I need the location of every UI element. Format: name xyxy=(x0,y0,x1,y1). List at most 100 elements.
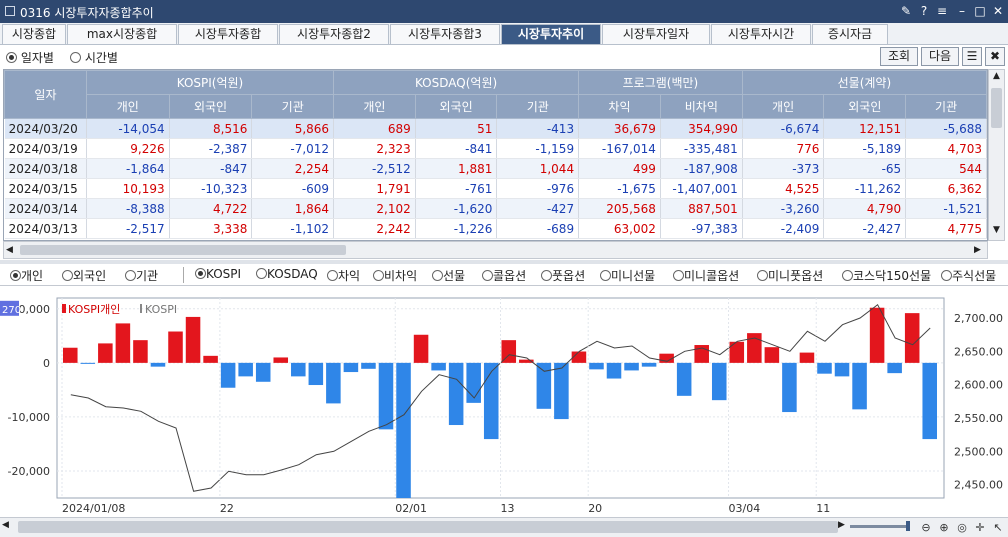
radio-market-8-label: 미니콜옵션 xyxy=(684,269,740,283)
bar-mark xyxy=(98,343,113,363)
radio-investor-1-indicator[interactable] xyxy=(62,270,73,281)
header-date: 일자 xyxy=(4,70,87,119)
tab-7[interactable]: 시장투자시간 xyxy=(711,24,811,44)
tab-3[interactable]: 시장투자종합2 xyxy=(279,24,389,44)
maximize-icon[interactable]: □ xyxy=(972,3,988,19)
radio-market-5-indicator[interactable] xyxy=(482,270,493,281)
tab-8[interactable]: 증시자금 xyxy=(812,24,888,44)
zoom-slider-handle[interactable] xyxy=(906,521,910,531)
scroll-down-icon[interactable]: ▼ xyxy=(990,225,1003,239)
value-cell: 12,151 xyxy=(823,118,907,139)
radio-market-1-indicator[interactable] xyxy=(256,268,267,279)
grid-horizontal-scrollbar[interactable]: ◀ ▶ xyxy=(3,241,988,259)
radio-market-4-indicator[interactable] xyxy=(432,270,443,281)
table-row[interactable]: 2024/03/13 -2,517 3,338 -1,102 2,242 -1,226 -6… xyxy=(4,218,987,239)
chart-scroll-right-icon[interactable]: ▶ xyxy=(838,520,845,530)
bar-mark xyxy=(396,362,411,498)
chart-scroll-thumb[interactable] xyxy=(18,521,838,533)
radio-market-7[interactable]: 미니선물 xyxy=(600,267,655,284)
tab-0[interactable]: 시장종합 xyxy=(2,24,66,44)
table-row[interactable]: 2024/03/15 10,193 -10,323 -609 1,791 -761 -976… xyxy=(4,178,987,199)
scroll-right-icon[interactable]: ▶ xyxy=(974,242,986,258)
value-cell: 4,525 xyxy=(742,178,825,199)
radio-market-9-indicator[interactable] xyxy=(757,270,768,281)
radio-market-0-indicator[interactable] xyxy=(195,268,206,279)
radio-time[interactable]: 시간별 xyxy=(70,49,118,66)
radio-investor-0-indicator[interactable] xyxy=(10,270,21,281)
radio-market-2-indicator[interactable] xyxy=(327,270,338,281)
radio-investor-0-label: 개인 xyxy=(21,269,44,283)
radio-market-11-indicator[interactable] xyxy=(941,270,952,281)
radio-daily[interactable]: 일자별 xyxy=(6,49,54,66)
scroll-left-icon[interactable]: ◀ xyxy=(6,242,18,258)
tab-2[interactable]: 시장투자종합 xyxy=(178,24,278,44)
radio-daily-indicator[interactable] xyxy=(6,52,17,63)
radio-market-3[interactable]: 비차익 xyxy=(373,267,417,284)
search-button[interactable]: 조회 xyxy=(880,47,918,66)
value-cell: 776 xyxy=(742,138,825,159)
zoom-reset-icon[interactable]: ◎ xyxy=(954,520,970,536)
radio-market-6-indicator[interactable] xyxy=(541,270,552,281)
bar-mark xyxy=(220,362,236,388)
radio-market-5[interactable]: 콜옵션 xyxy=(482,267,526,284)
list-icon[interactable]: ☰ xyxy=(962,47,982,66)
crosshair-icon[interactable]: ✛ xyxy=(972,520,988,536)
table-row[interactable]: 2024/03/18 -1,864 -847 2,254 -2,512 1,881 1,04… xyxy=(4,158,987,179)
x-tick: 13 xyxy=(501,502,515,515)
bar-mark xyxy=(80,362,96,364)
header-sub: 차익 xyxy=(578,94,661,119)
tab-6[interactable]: 시장투자일자 xyxy=(602,24,710,44)
chart-scroll-left-icon[interactable]: ◀ xyxy=(2,520,9,530)
radio-investor-1[interactable]: 외국인 xyxy=(62,267,106,284)
y-tick-right: 2,500.00 xyxy=(954,445,1003,458)
close-icon[interactable]: ✕ xyxy=(990,3,1006,19)
grid-hscroll-thumb[interactable] xyxy=(20,245,346,255)
tab-5[interactable]: 시장투자추이 xyxy=(501,24,601,44)
radio-market-10-indicator[interactable] xyxy=(842,270,853,281)
scroll-up-icon[interactable]: ▲ xyxy=(990,71,1003,85)
tab-4[interactable]: 시장투자종합3 xyxy=(390,24,500,44)
header-sub: 기관 xyxy=(905,94,987,119)
table-row[interactable]: 2024/03/19 9,226 -2,387 -7,012 2,323 -841 -1,1… xyxy=(4,138,987,159)
radio-investor-2-indicator[interactable] xyxy=(125,270,136,281)
radio-investor-0[interactable]: 개인 xyxy=(10,267,43,284)
x-tick: 03/04 xyxy=(729,502,761,515)
bar-mark xyxy=(799,352,815,363)
radio-market-6[interactable]: 풋옵션 xyxy=(541,267,585,284)
menu-icon[interactable]: ≡ xyxy=(934,3,950,19)
radio-market-3-indicator[interactable] xyxy=(373,270,384,281)
pointer-icon[interactable]: ↖ xyxy=(990,520,1006,536)
radio-time-indicator[interactable] xyxy=(70,52,81,63)
radio-market-7-indicator[interactable] xyxy=(600,270,611,281)
minimize-icon[interactable]: – xyxy=(954,3,970,19)
radio-market-0[interactable]: KOSPI xyxy=(195,267,241,281)
bar-mark xyxy=(834,362,850,377)
zoom-in-icon[interactable]: ⊕ xyxy=(936,520,952,536)
radio-market-1[interactable]: KOSDAQ xyxy=(256,267,318,281)
help-icon[interactable]: ? xyxy=(916,3,932,19)
table-row[interactable]: 2024/03/20 -14,054 8,516 5,866 689 51 -413 36,6… xyxy=(4,118,987,139)
radio-market-9[interactable]: 미니풋옵션 xyxy=(757,267,823,284)
chart-bottom-bar: ◀ ▶ ⊖ ⊕ ◎ ✛ ↖ xyxy=(0,517,1008,537)
bar-mark xyxy=(238,362,253,377)
zoom-out-icon[interactable]: ⊖ xyxy=(918,520,934,536)
radio-market-2[interactable]: 차익 xyxy=(327,267,360,284)
radio-market-0-label: KOSPI xyxy=(206,267,242,281)
radio-market-11[interactable]: 주식선물 xyxy=(941,267,996,284)
radio-investor-2[interactable]: 기관 xyxy=(125,267,158,284)
radio-market-10[interactable]: 코스닥150선물 xyxy=(842,267,931,284)
next-button[interactable]: 다음 xyxy=(921,47,959,66)
bar-mark xyxy=(273,357,289,363)
table-row[interactable]: 2024/03/14 -8,388 4,722 1,864 2,102 -1,620 -42… xyxy=(4,198,987,219)
date-cell: 2024/03/20 xyxy=(4,118,87,139)
grid-vscroll-thumb[interactable] xyxy=(991,88,1002,128)
radio-market-8-indicator[interactable] xyxy=(673,270,684,281)
tab-1[interactable]: max시장종합 xyxy=(67,24,177,44)
grid-vertical-scrollbar[interactable]: ▲ ▼ xyxy=(988,69,1005,241)
radio-market-8[interactable]: 미니콜옵션 xyxy=(673,267,739,284)
settings-icon[interactable]: ✖ xyxy=(985,47,1005,66)
radio-market-4[interactable]: 선물 xyxy=(432,267,465,284)
date-cell: 2024/03/18 xyxy=(4,158,87,179)
zoom-slider[interactable] xyxy=(850,525,910,528)
pin-icon[interactable]: ✎ xyxy=(898,3,914,19)
